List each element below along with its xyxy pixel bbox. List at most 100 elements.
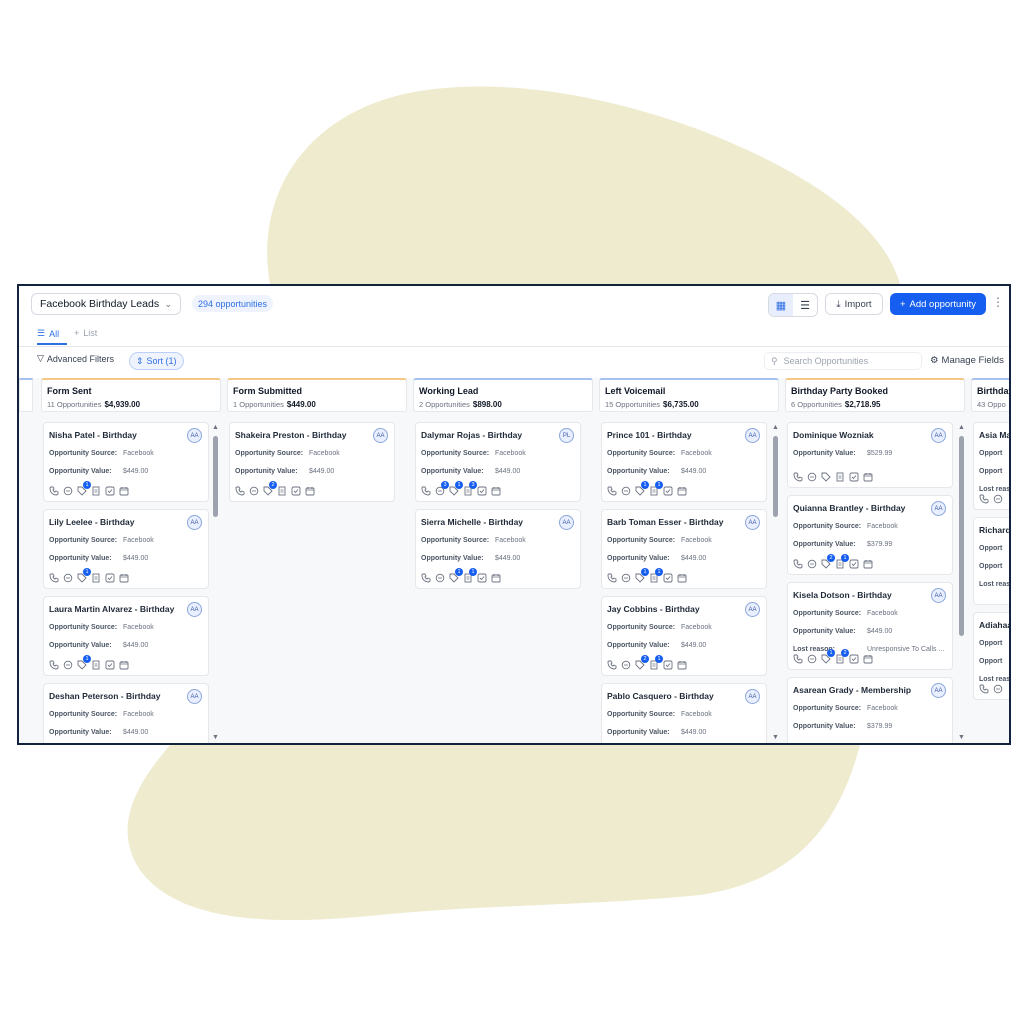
chat-icon[interactable]: [621, 660, 631, 670]
chat-icon[interactable]: [807, 654, 817, 664]
pipeline-select[interactable]: Facebook Birthday Leads ⌄: [31, 293, 181, 315]
add-opportunity-button[interactable]: + Add opportunity: [890, 293, 986, 315]
phone-icon[interactable]: [793, 472, 803, 482]
avatar[interactable]: AA: [559, 515, 574, 530]
calendar-icon[interactable]: [677, 660, 687, 670]
avatar[interactable]: AA: [745, 689, 760, 704]
document-icon[interactable]: 3: [463, 481, 477, 496]
chat-icon[interactable]: [807, 472, 817, 482]
tag-icon[interactable]: 1: [449, 481, 463, 496]
opportunity-card[interactable]: Pablo Casquero - Birthday AA Opportunity S…: [601, 683, 767, 743]
list-view-icon[interactable]: ☰: [793, 294, 817, 316]
more-options-icon[interactable]: ⋮: [992, 295, 1004, 309]
opportunity-card[interactable]: Asarean Grady - Membership AA Opportunity …: [787, 677, 953, 743]
tag-icon[interactable]: 1: [77, 655, 91, 670]
manage-fields-button[interactable]: ⚙ Manage Fields: [930, 355, 1004, 366]
chat-icon[interactable]: [621, 486, 631, 496]
phone-icon[interactable]: [49, 660, 59, 670]
opportunity-card[interactable]: Sierra Michelle - Birthday AA Opportunity …: [415, 509, 581, 589]
document-icon[interactable]: 1: [463, 568, 477, 583]
chat-icon[interactable]: [63, 573, 73, 583]
task-icon[interactable]: [291, 486, 301, 496]
scrollbar-thumb[interactable]: [213, 436, 218, 517]
scroll-down-arrow[interactable]: ▼: [772, 734, 779, 741]
document-icon[interactable]: 1: [835, 554, 849, 569]
avatar[interactable]: AA: [745, 515, 760, 530]
tag-icon[interactable]: 1: [77, 481, 91, 496]
phone-icon[interactable]: [421, 486, 431, 496]
opportunity-card[interactable]: Dalymar Rojas - Birthday PL Opportunity So…: [415, 422, 581, 502]
opportunity-card[interactable]: Kisela Dotson - Birthday AA Opportunity So…: [787, 582, 953, 670]
chat-icon[interactable]: [63, 660, 73, 670]
avatar[interactable]: AA: [187, 689, 202, 704]
document-icon[interactable]: 1: [649, 568, 663, 583]
tab-all[interactable]: ☰ All: [37, 328, 59, 339]
chat-icon[interactable]: [435, 573, 445, 583]
task-icon[interactable]: [663, 660, 673, 670]
calendar-icon[interactable]: [863, 472, 873, 482]
task-icon[interactable]: [663, 486, 673, 496]
tag-icon[interactable]: 2: [635, 655, 649, 670]
calendar-icon[interactable]: [305, 486, 315, 496]
task-icon[interactable]: [849, 654, 859, 664]
avatar[interactable]: AA: [931, 588, 946, 603]
phone-icon[interactable]: [979, 494, 989, 504]
scroll-down-arrow[interactable]: ▼: [958, 734, 965, 741]
task-icon[interactable]: [105, 573, 115, 583]
phone-icon[interactable]: [979, 684, 989, 694]
opportunity-card[interactable]: Barb Toman Esser - Birthday AA Opportunity…: [601, 509, 767, 589]
scroll-down-arrow[interactable]: ▼: [212, 734, 219, 741]
opportunity-card[interactable]: Deshan Peterson - Birthday AA Opportunity …: [43, 683, 209, 743]
tag-icon[interactable]: 1: [449, 568, 463, 583]
document-icon[interactable]: [91, 660, 101, 670]
chat-icon[interactable]: [621, 573, 631, 583]
avatar[interactable]: AA: [187, 602, 202, 617]
tag-icon[interactable]: 1: [821, 649, 835, 664]
import-button[interactable]: ⤓ Import: [825, 293, 883, 315]
calendar-icon[interactable]: [863, 654, 873, 664]
avatar[interactable]: AA: [187, 515, 202, 530]
chat-icon[interactable]: [993, 684, 1003, 694]
task-icon[interactable]: [663, 573, 673, 583]
scrollbar-thumb[interactable]: [959, 436, 964, 636]
document-icon[interactable]: [835, 472, 845, 482]
avatar[interactable]: AA: [745, 602, 760, 617]
advanced-filters-button[interactable]: ▽ Advanced Filters: [37, 353, 114, 364]
phone-icon[interactable]: [607, 573, 617, 583]
document-icon[interactable]: 2: [835, 649, 849, 664]
task-icon[interactable]: [849, 559, 859, 569]
avatar[interactable]: AA: [931, 501, 946, 516]
scroll-up-arrow[interactable]: ▲: [772, 424, 779, 431]
opportunity-card[interactable]: Prince 101 - Birthday AA Opportunity Sourc…: [601, 422, 767, 502]
phone-icon[interactable]: [421, 573, 431, 583]
document-icon[interactable]: [91, 573, 101, 583]
phone-icon[interactable]: [607, 486, 617, 496]
document-icon[interactable]: [91, 486, 101, 496]
calendar-icon[interactable]: [863, 559, 873, 569]
calendar-icon[interactable]: [119, 486, 129, 496]
phone-icon[interactable]: [49, 573, 59, 583]
tag-icon[interactable]: 1: [77, 568, 91, 583]
calendar-icon[interactable]: [491, 486, 501, 496]
opportunity-card[interactable]: Adiahaa Opport Opport Lost reas: [973, 612, 1009, 700]
tag-icon[interactable]: 2: [263, 481, 277, 496]
calendar-icon[interactable]: [677, 486, 687, 496]
opportunity-card[interactable]: Quianna Brantley - Birthday AA Opportunity…: [787, 495, 953, 575]
chat-icon[interactable]: [63, 486, 73, 496]
scroll-up-arrow[interactable]: ▲: [212, 424, 219, 431]
calendar-icon[interactable]: [119, 573, 129, 583]
document-icon[interactable]: 1: [649, 481, 663, 496]
task-icon[interactable]: [105, 486, 115, 496]
document-icon[interactable]: 1: [649, 655, 663, 670]
tag-icon[interactable]: 1: [635, 481, 649, 496]
opportunity-card[interactable]: Shakeira Preston - Birthday AA Opportunity…: [229, 422, 395, 502]
calendar-icon[interactable]: [491, 573, 501, 583]
calendar-icon[interactable]: [119, 660, 129, 670]
avatar[interactable]: PL: [559, 428, 574, 443]
scrollbar-thumb[interactable]: [773, 436, 778, 517]
search-input[interactable]: ⚲ Search Opportunities: [764, 352, 922, 370]
phone-icon[interactable]: [235, 486, 245, 496]
opportunity-card[interactable]: Dominique Wozniak AA Opportunity Value: $52…: [787, 422, 953, 488]
tag-icon[interactable]: [821, 472, 831, 482]
chat-icon[interactable]: [993, 494, 1003, 504]
